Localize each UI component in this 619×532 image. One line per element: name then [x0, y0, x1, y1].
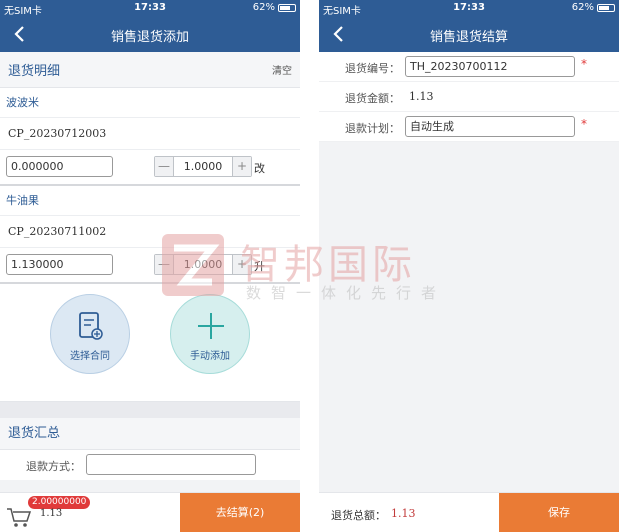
required-mark: *	[581, 117, 587, 131]
return-amount-value: 1.13	[409, 90, 434, 103]
increment-button[interactable]: +	[233, 255, 251, 274]
select-contract-label: 选择合同	[70, 351, 110, 362]
status-bar: 无SIM卡 17:33 62%	[0, 0, 300, 17]
quantity-input[interactable]: 1.0000	[173, 157, 233, 176]
product-item: 波波米 CP_20230712003 0.000000 — 1.0000 + 改	[0, 88, 300, 186]
return-no-row: 退货编号： TH_20230700112 *	[319, 52, 619, 82]
product-name: 牛油果	[0, 186, 300, 216]
left-screen: 无SIM卡 17:33 62% 销售退货添加 退货明细 清空 波波米 CP_20…	[0, 0, 300, 532]
nav-bar: 销售退货结算	[319, 16, 619, 52]
detail-header: 退货明细	[8, 64, 61, 79]
price-input[interactable]: 0.000000	[6, 156, 113, 177]
manual-add-button[interactable]: 手动添加	[170, 294, 250, 374]
refund-plan-select[interactable]: 自动生成	[405, 116, 575, 137]
refund-method-input[interactable]	[86, 454, 256, 475]
refund-method-label: 退款方式：	[26, 460, 81, 473]
detail-section-header: 退货明细 清空	[0, 52, 300, 88]
summary-header: 退货汇总	[0, 418, 300, 450]
nav-bar: 销售退货添加	[0, 16, 300, 52]
battery-indicator: 62%	[253, 2, 296, 13]
unit-label[interactable]: 改	[254, 160, 265, 176]
product-code: CP_20230712003	[0, 118, 300, 150]
unit-label[interactable]: 升	[254, 258, 265, 274]
refund-plan-row: 退款计划： 自动生成 *	[319, 112, 619, 142]
product-qty-row: 1.130000 — 1.0000 + 升	[0, 248, 300, 282]
select-contract-button[interactable]: 选择合同	[50, 294, 130, 374]
manual-add-label: 手动添加	[190, 351, 230, 362]
return-amount-label: 退货金额：	[345, 92, 400, 105]
refund-plan-label: 退款计划：	[345, 122, 400, 135]
cart-amount: 1.13	[40, 508, 63, 519]
add-actions: 选择合同 手动添加	[0, 284, 300, 402]
total-value: 1.13	[391, 507, 416, 520]
battery-icon	[597, 3, 615, 12]
cart-icon[interactable]	[6, 506, 32, 528]
product-item: 牛油果 CP_20230711002 1.130000 — 1.0000 + 升	[0, 186, 300, 284]
checkout-button[interactable]: 去结算(2)	[180, 493, 300, 532]
clear-button[interactable]: 清空	[272, 62, 292, 77]
contract-doc-icon	[51, 311, 129, 341]
battery-percent: 62%	[571, 2, 594, 13]
screen-gap	[300, 0, 319, 532]
page-title: 销售退货结算	[429, 30, 508, 45]
decrement-button[interactable]: —	[155, 157, 173, 176]
increment-button[interactable]: +	[233, 157, 251, 176]
product-code: CP_20230711002	[0, 216, 300, 248]
bottom-bar: 2.00000000 1.13 去结算(2)	[0, 492, 300, 532]
summary-section: 退货汇总 退款方式：	[0, 418, 300, 480]
section-divider	[0, 402, 300, 418]
product-name: 波波米	[0, 88, 300, 118]
quantity-input[interactable]: 1.0000	[173, 255, 233, 274]
battery-indicator: 62%	[572, 2, 615, 13]
quantity-stepper: — 1.0000 +	[154, 254, 252, 275]
bottom-bar: 退货总额： 1.13 保存	[319, 492, 619, 532]
return-amount-row: 退货金额： 1.13	[319, 82, 619, 112]
decrement-button[interactable]: —	[155, 255, 173, 274]
return-no-label: 退货编号：	[345, 62, 400, 75]
right-screen: 无SIM卡 17:33 62% 销售退货结算 退货编号： TH_20230700…	[319, 0, 619, 532]
status-bar: 无SIM卡 17:33 62%	[319, 0, 619, 17]
plus-icon	[171, 311, 249, 341]
page-title: 销售退货添加	[110, 30, 189, 45]
price-input[interactable]: 1.130000	[6, 254, 113, 275]
required-mark: *	[581, 57, 587, 71]
empty-area	[319, 142, 619, 488]
settlement-form: 退货编号： TH_20230700112 * 退货金额： 1.13 退款计划： …	[319, 52, 619, 142]
return-no-input[interactable]: TH_20230700112	[405, 56, 575, 77]
product-qty-row: 0.000000 — 1.0000 + 改	[0, 150, 300, 184]
save-button[interactable]: 保存	[499, 493, 619, 532]
refund-method-row: 退款方式：	[0, 450, 300, 480]
battery-percent: 62%	[252, 2, 275, 13]
total-label: 退货总额：	[331, 509, 386, 522]
battery-icon	[278, 3, 296, 12]
quantity-stepper: — 1.0000 +	[154, 156, 252, 177]
